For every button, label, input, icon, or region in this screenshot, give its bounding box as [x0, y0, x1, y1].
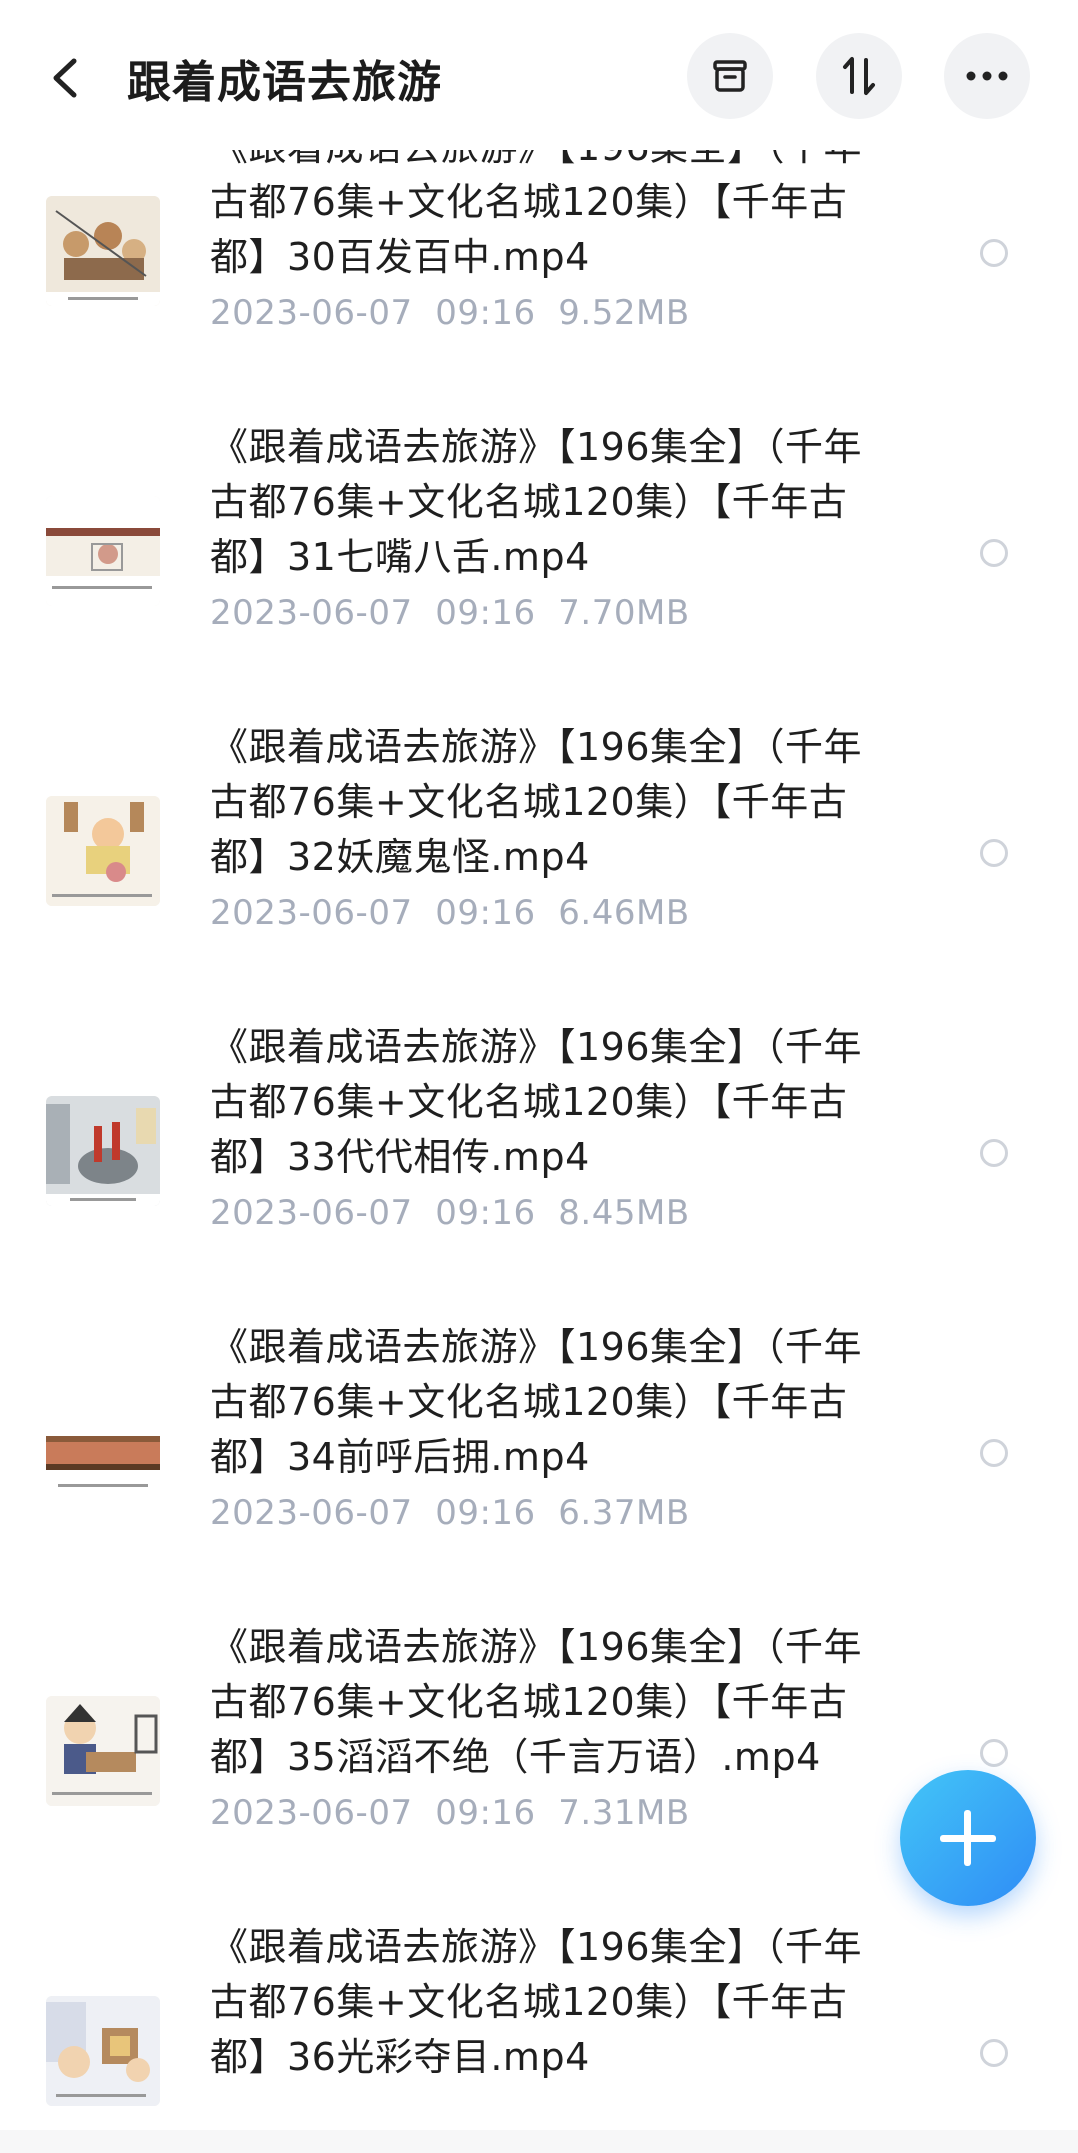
file-meta: 2023-06-07 09:16 7.31MB [210, 1793, 690, 1833]
select-radio[interactable] [980, 539, 1008, 567]
file-name: 《跟着成语去旅游》【196集全】（千年 古都76集+文化名城120集）【千年古 … [210, 1025, 863, 1179]
file-meta: 2023-06-07 09:16 8.45MB [210, 1193, 690, 1233]
file-name: 《跟着成语去旅游》【196集全】（千年 古都76集+文化名城120集）【千年古 … [210, 725, 863, 879]
file-item[interactable]: 《跟着成语去旅游》【196集全】（千年 古都76集+文化名城120集）【千年古 … [0, 1320, 1078, 1620]
sort-button[interactable] [816, 33, 902, 119]
archive-button[interactable] [687, 33, 773, 119]
file-meta: 2023-06-07 09:16 7.70MB [210, 593, 690, 633]
file-meta: 2023-06-07 09:16 6.46MB [210, 893, 690, 933]
file-item[interactable]: 《跟着成语去旅游》【196集全】（千年 古都76集+文化名城120集）【千年古 … [0, 1020, 1078, 1320]
video-thumbnail [46, 496, 160, 606]
file-item[interactable]: 《跟着成语去旅游》【196集全】（千年 古都76集+文化名城120集）【千年古 … [0, 420, 1078, 720]
video-thumbnail [46, 1096, 160, 1206]
select-radio[interactable] [980, 1439, 1008, 1467]
more-icon [966, 71, 1008, 81]
video-thumbnail [46, 1396, 160, 1506]
sort-icon [843, 57, 875, 95]
archive-box-icon [713, 60, 747, 92]
file-item[interactable]: 《跟着成语去旅游》【196集全】（千年 古都76集+文化名城120集）【千年古 … [0, 1920, 1078, 2153]
add-button[interactable] [900, 1770, 1036, 1906]
bottom-bar-edge [0, 2130, 1078, 2153]
select-radio[interactable] [980, 1139, 1008, 1167]
video-thumbnail [46, 1696, 160, 1806]
page-title: 跟着成语去旅游 [127, 57, 442, 108]
file-name: 《跟着成语去旅游》【196集全】（千年 古都76集+文化名城120集）【千年古 … [210, 1625, 863, 1779]
select-radio[interactable] [980, 839, 1008, 867]
back-button[interactable] [40, 40, 100, 110]
file-meta: 2023-06-07 09:16 9.52MB [210, 293, 690, 333]
file-meta: 2023-06-07 09:16 6.37MB [210, 1493, 690, 1533]
file-item[interactable]: 《跟着成语去旅游》【196集全】（千年 古都76集+文化名城120集）【千年古 … [0, 150, 1078, 420]
select-radio[interactable] [980, 2039, 1008, 2067]
select-radio[interactable] [980, 239, 1008, 267]
back-chevron-icon [53, 58, 77, 98]
file-name: 《跟着成语去旅游》【196集全】（千年 古都76集+文化名城120集）【千年古 … [210, 1325, 863, 1479]
video-thumbnail [46, 196, 160, 306]
video-thumbnail [46, 1996, 160, 2106]
file-name: 《跟着成语去旅游》【196集全】（千年 古都76集+文化名城120集）【千年古 … [210, 425, 863, 579]
video-thumbnail [46, 796, 160, 906]
file-name: 《跟着成语去旅游》【196集全】（千年 古都76集+文化名城120集）【千年古 … [210, 150, 862, 279]
file-item[interactable]: 《跟着成语去旅游》【196集全】（千年 古都76集+文化名城120集）【千年古 … [0, 720, 1078, 1020]
more-button[interactable] [944, 33, 1030, 119]
top-bar: 跟着成语去旅游 [0, 0, 1078, 150]
select-radio[interactable] [980, 1739, 1008, 1767]
file-name: 《跟着成语去旅游》【196集全】（千年 古都76集+文化名城120集）【千年古 … [210, 1925, 863, 2079]
